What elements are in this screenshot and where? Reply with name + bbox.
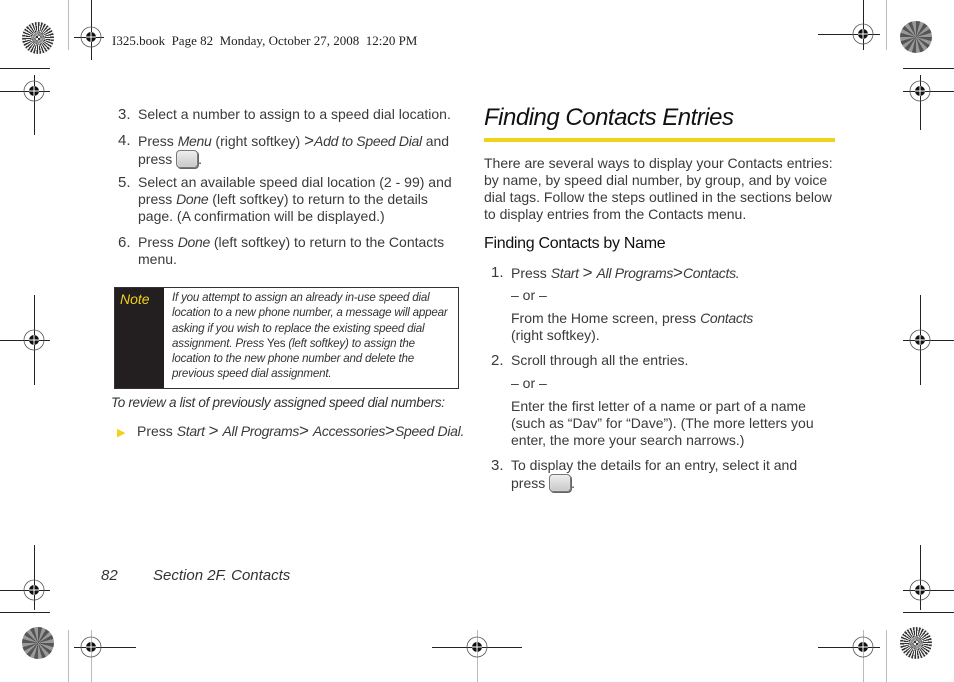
step-number: 1. [491, 264, 504, 281]
registration-mark-icon [466, 636, 488, 658]
step-text: and [425, 133, 450, 149]
step-6: 6. Press Done (left softkey) to return t… [118, 234, 463, 268]
step-text: (right softkey). [511, 327, 600, 343]
color-bar-rosette-icon [22, 22, 54, 54]
step-text: press [511, 475, 546, 491]
path-start: Start [550, 265, 579, 281]
trim-line [886, 630, 887, 682]
trim-line [68, 0, 69, 50]
or-separator: – or – [511, 375, 547, 391]
step-4: 4. Press Menu (right softkey) >Add to Sp… [118, 132, 463, 168]
path-separator: > [673, 263, 683, 282]
path-speed-dial: Speed Dial. [394, 423, 465, 439]
registration-mark-icon [852, 636, 874, 658]
path-separator: > [385, 421, 395, 440]
trim-line [0, 68, 50, 69]
punctuation: . [198, 151, 203, 167]
step-text: Press [137, 423, 173, 439]
registration-mark-icon [23, 329, 45, 351]
step-text: Scroll through all the entries. [511, 352, 689, 368]
bullet-arrow-icon: ▶ [117, 427, 126, 439]
step-number: 2. [491, 352, 504, 369]
intro-paragraph: There are several ways to display your C… [484, 155, 833, 222]
path-separator: > [299, 421, 309, 440]
step-3: 3. To display the details for an entry, … [491, 457, 836, 492]
ok-key-icon [176, 150, 199, 168]
menu-softkey-label: Menu [177, 133, 212, 149]
path-start: Start [176, 423, 205, 439]
step-3: 3. Select a number to assign to a speed … [118, 106, 463, 123]
step-2: 2. Scroll through all the entries. [491, 352, 836, 369]
section-label: Section 2F. Contacts [153, 567, 291, 584]
trim-line [68, 630, 69, 682]
step-text: press [138, 151, 173, 167]
ok-key-icon [549, 474, 572, 492]
done-softkey-label: Done [176, 191, 209, 207]
color-bar-rosette-icon [900, 627, 932, 659]
step-number: 3. [118, 106, 131, 123]
trim-line [886, 0, 887, 50]
review-intro: To review a list of previously assigned … [111, 395, 445, 410]
registration-mark-icon [80, 26, 102, 48]
registration-mark-icon [909, 80, 931, 102]
color-bar-rosette-icon [22, 627, 54, 659]
step-text: Press [138, 133, 174, 149]
registration-mark-icon [23, 80, 45, 102]
trim-line [903, 68, 954, 69]
step-text: Select a number to assign to a speed dia… [138, 106, 451, 122]
path-separator: > [582, 263, 593, 282]
step-text: Press [138, 234, 174, 250]
trim-line [903, 612, 954, 613]
review-step: ▶ Press Start > All Programs> Accessories… [117, 421, 464, 441]
section-title: Finding Contacts Entries [484, 104, 734, 131]
note-text: If you attempt to assign an already in-u… [164, 288, 458, 388]
page-number: 82 [101, 567, 118, 584]
contacts-softkey-label: Contacts [700, 310, 753, 326]
registration-mark-icon [909, 579, 931, 601]
step-text: To display the details for an entry, sel… [511, 457, 798, 473]
color-bar-rosette-icon [900, 21, 932, 53]
print-header-stamp: I325.book Page 82 Monday, October 27, 20… [112, 33, 418, 48]
step-1: 1. Press Start > All Programs>Contacts. [491, 264, 836, 282]
path-all-programs: All Programs [222, 423, 300, 439]
yes-softkey-label: Yes [267, 336, 286, 350]
registration-mark-icon [852, 23, 874, 45]
punctuation: . [571, 475, 576, 491]
path-separator: > [304, 131, 315, 150]
step-text: (right softkey) [215, 133, 301, 149]
path-all-programs: All Programs [596, 265, 674, 281]
step-number: 3. [491, 457, 504, 474]
subheading: Finding Contacts by Name [484, 235, 666, 252]
step-text: Select an available speed dial location … [138, 174, 452, 190]
step-5: 5. Select an available speed dial locati… [118, 174, 463, 225]
done-softkey-label: Done [177, 234, 211, 250]
or-separator: – or – [511, 287, 547, 303]
registration-mark-icon [909, 329, 931, 351]
path-accessories: Accessories [312, 423, 386, 439]
note-label: Note [115, 288, 164, 388]
registration-mark-icon [23, 579, 45, 601]
registration-mark-icon [80, 636, 102, 658]
path-separator: > [208, 421, 219, 440]
step-number: 6. [118, 234, 131, 251]
note-box: Note If you attempt to assign an already… [114, 287, 459, 389]
step-number: 5. [118, 174, 131, 191]
alternate-text: Enter the first letter of a name or part… [511, 398, 814, 448]
step-number: 4. [118, 132, 131, 149]
step-text: press [138, 191, 173, 207]
path-contacts: Contacts. [682, 265, 740, 281]
menu-option-label: Add to Speed Dial [314, 133, 422, 149]
step-text: From the Home screen, press [511, 310, 701, 326]
title-rule [484, 138, 835, 142]
alternate-text: From the Home screen, press Contacts (ri… [511, 310, 841, 344]
trim-line [0, 612, 50, 613]
step-text: Press [511, 265, 547, 281]
